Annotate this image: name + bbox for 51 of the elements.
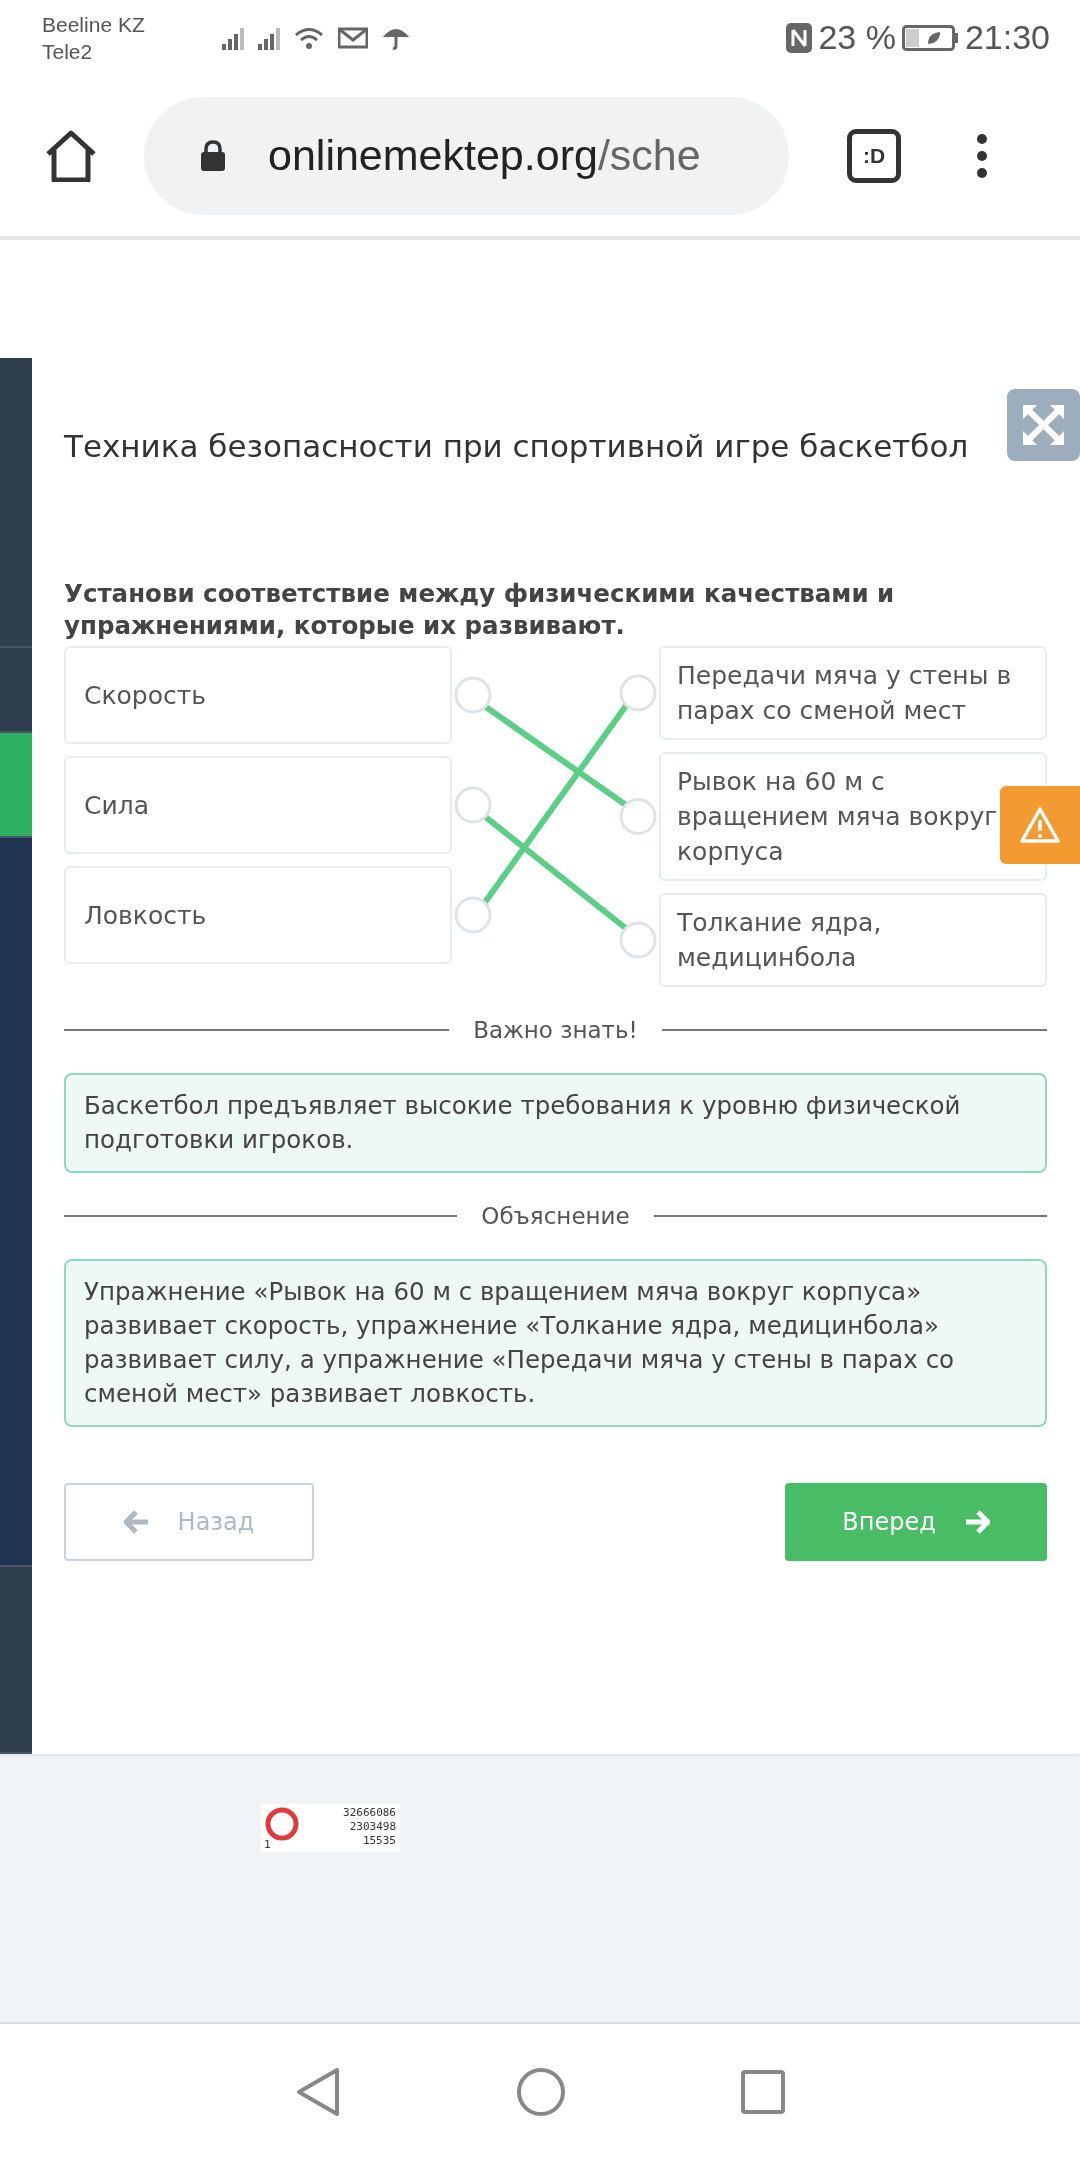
url-text: onlinemektep.org/sche <box>268 131 701 180</box>
sidebar-item[interactable] <box>0 648 32 733</box>
connection-dot[interactable] <box>454 676 492 714</box>
answer-card[interactable]: Скорость <box>64 646 452 744</box>
section-heading: Важно знать! <box>472 1017 639 1043</box>
answer-card[interactable]: Рывок на 60 м с вращением мяча вокруг корпуса <box>659 752 1047 881</box>
sidebar-item[interactable] <box>0 1567 32 1754</box>
answer-card[interactable]: Сила <box>64 756 452 854</box>
nfc-icon <box>786 22 813 53</box>
lesson-title: Техника безопасности при спортивной игре баскетбол <box>64 427 970 466</box>
connection-dot[interactable] <box>454 786 492 824</box>
back-icon[interactable] <box>295 2067 341 2117</box>
connection-dot[interactable] <box>619 798 657 835</box>
sidebar-item[interactable] <box>0 733 32 838</box>
ring-icon <box>264 1806 300 1842</box>
connection-dot[interactable] <box>619 674 657 712</box>
counter-value: 15535 <box>362 1834 396 1848</box>
warning-icon <box>1020 806 1060 844</box>
home-icon[interactable] <box>44 129 98 182</box>
arrow-icon <box>963 1510 990 1534</box>
wifi-icon <box>294 25 324 50</box>
clock: 21:30 <box>964 18 1050 57</box>
lock-icon <box>200 139 226 172</box>
mail-icon <box>338 25 368 50</box>
carrier-name: Tele2 <box>42 38 94 65</box>
counter-value: 2303498 <box>349 1820 396 1834</box>
menu-icon[interactable] <box>976 132 988 179</box>
carrier-name: Beeline KZ <box>42 11 146 38</box>
counter-value: 1 <box>264 1838 271 1851</box>
connection-dot[interactable] <box>454 896 492 934</box>
recents-icon[interactable] <box>741 2070 785 2114</box>
counter-value: 32666086 <box>343 1806 396 1820</box>
tab-switcher-button[interactable]: :D <box>847 128 901 183</box>
question-text: Установи соответствие между физическими качествами и упражнениями, которые их развивают. <box>64 578 896 642</box>
address-bar[interactable]: onlinemektep.org/sche <box>144 96 789 215</box>
section-heading: Объяснение <box>480 1203 631 1229</box>
signal-icon <box>222 25 244 50</box>
signal-icon <box>258 25 280 50</box>
sidebar-item[interactable] <box>0 358 32 648</box>
info-box: Упражнение «Рывок на 60 м с вращением мяча вокруг корпуса» развивает скорость, упражнение «Толкание ядра, медицинбола» развивает силу, а упражнение «Передачи мяча у стены в парах со сменой мест» развивает ловкость. <box>64 1259 1047 1427</box>
battery-icon <box>901 24 959 51</box>
answer-card[interactable]: Толкание ядра, медицинбола <box>659 893 1047 987</box>
sidebar-item[interactable] <box>0 838 32 1567</box>
expand-button[interactable] <box>1007 389 1080 461</box>
arrow-icon <box>123 1510 150 1534</box>
connection-dot[interactable] <box>619 921 657 959</box>
answer-card[interactable]: Передачи мяча у стены в парах со сменой мест <box>659 646 1047 740</box>
report-button[interactable] <box>1000 786 1080 864</box>
answer-card[interactable]: Ловкость <box>64 866 452 964</box>
info-box: Баскетбол предъявляет высокие требования к уровню физической подготовки игроков. <box>64 1073 1047 1173</box>
battery-percent: 23 % <box>818 18 896 57</box>
